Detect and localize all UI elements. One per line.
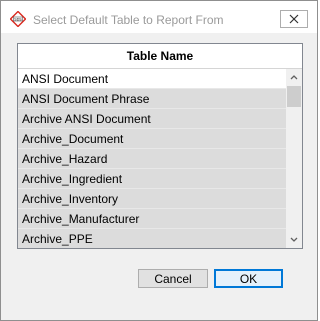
table-row[interactable]: Archive_Hazard	[18, 149, 286, 169]
table-row[interactable]: Archive_Ingredient	[18, 169, 286, 189]
chevron-down-icon	[290, 237, 298, 242]
close-button[interactable]	[280, 10, 308, 28]
table-row[interactable]: Archive_Document	[18, 129, 286, 149]
sds-diamond-icon: SDS	[10, 11, 26, 27]
table-row[interactable]: Archive_Manufacturer	[18, 209, 286, 229]
title-bar[interactable]: SDS Select Default Table to Report From	[1, 1, 317, 33]
table-list-grid[interactable]: Table Name ANSI Document ANSI Document Ph…	[17, 43, 303, 249]
window-title: Select Default Table to Report From	[33, 13, 224, 27]
scroll-down-button[interactable]	[286, 232, 302, 248]
table-row[interactable]: Archive_PPE	[18, 229, 286, 248]
scroll-thumb[interactable]	[287, 86, 301, 107]
svg-text:SDS: SDS	[14, 17, 22, 21]
chevron-up-icon	[290, 75, 298, 80]
column-header-table-name[interactable]: Table Name	[18, 44, 302, 69]
ok-button[interactable]: OK	[214, 269, 283, 288]
table-rows: ANSI Document ANSI Document Phrase Archive…	[18, 69, 286, 248]
table-row[interactable]: Archive_Inventory	[18, 189, 286, 209]
dialog-window: SDS Select Default Table to Report From …	[0, 0, 318, 321]
table-row[interactable]: Archive ANSI Document	[18, 109, 286, 129]
cancel-button[interactable]: Cancel	[138, 269, 208, 288]
scroll-up-button[interactable]	[286, 69, 302, 85]
close-icon	[289, 14, 299, 24]
table-row[interactable]: ANSI Document	[18, 69, 286, 89]
vertical-scrollbar[interactable]	[286, 69, 302, 248]
table-row[interactable]: ANSI Document Phrase	[18, 89, 286, 109]
